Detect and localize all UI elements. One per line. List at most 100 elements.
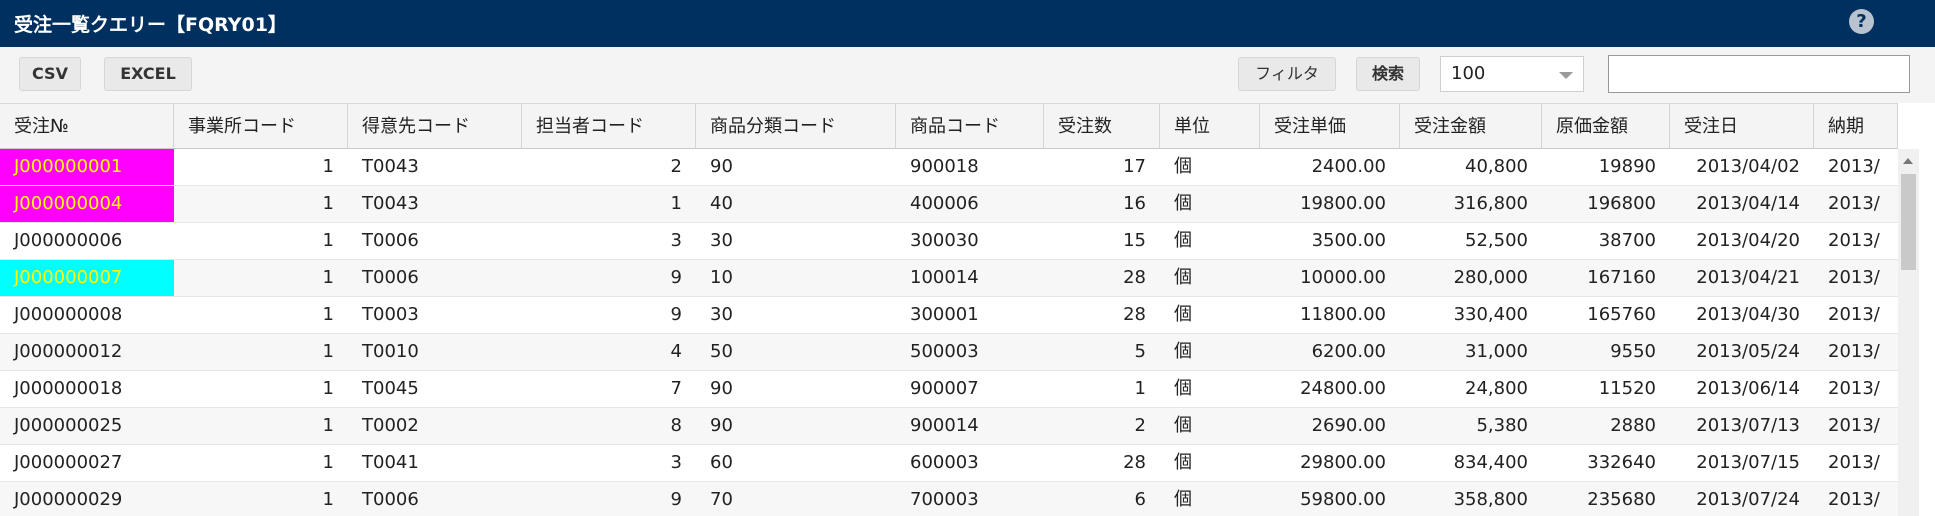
table-cell: 40,800 [1465,156,1528,177]
excel-button[interactable]: EXCEL [104,57,192,91]
table-row[interactable]: J000000012 1 T0010 4 50 500003 5 個 6200.00 31,000… [0,334,1898,371]
table-row[interactable]: J000000008 1 T0003 9 30 300001 28 個 11800.00 330,… [0,297,1898,334]
order-number-cell: J000000018 [14,378,123,399]
window-title: 受注一覧クエリー【FQRY01】 [14,14,287,36]
table-cell: T0043 [362,193,419,214]
order-number-cell: J000000008 [14,304,123,325]
table-cell: 8 [670,415,682,436]
page-size-select[interactable]: 100 [1440,56,1584,92]
table-cell: 2013/ [1828,415,1880,436]
table-cell: 2013/07/13 [1696,415,1800,436]
table-cell: 900018 [910,156,979,177]
table-cell: 2013/ [1828,452,1880,473]
table-cell: 2690.00 [1311,415,1386,436]
table-cell: 3 [670,230,682,251]
table-cell: 2013/ [1828,489,1880,510]
table-cell: 400006 [910,193,979,214]
table-cell: 2013/07/15 [1696,452,1800,473]
search-button[interactable]: 検索 [1356,57,1420,91]
help-icon[interactable]: ? [1849,9,1874,34]
table-row[interactable]: J000000025 1 T0002 8 90 900014 2 個 2690.00 5,380 2… [0,408,1898,445]
table-row[interactable]: J000000001 1 T0043 2 90 900018 17 個 2400.00 40,80… [0,149,1898,186]
table-cell: 28 [1123,452,1146,473]
chevron-down-icon [1559,72,1573,79]
page-size-value: 100 [1451,63,1486,84]
table-cell: T0003 [362,304,419,325]
table-cell: 3500.00 [1311,230,1386,251]
table-cell: 個 [1174,156,1192,177]
table-cell: T0006 [362,489,419,510]
column-header[interactable]: 商品コード [896,104,1044,149]
table-cell: 2013/ [1828,193,1880,214]
order-number-cell: J000000007 [0,260,174,296]
table-cell: T0043 [362,156,419,177]
column-header[interactable]: 原価金額 [1542,104,1670,149]
table-cell: 358,800 [1453,489,1528,510]
scroll-up-icon[interactable] [1903,158,1913,164]
table-cell: 834,400 [1453,452,1528,473]
order-number-cell: J000000027 [14,452,123,473]
table-cell: 280,000 [1453,267,1528,288]
table-cell: 100014 [910,267,979,288]
column-header[interactable]: 受注単価 [1260,104,1400,149]
table-cell: 1 [322,193,334,214]
column-header[interactable]: 納期 [1814,104,1898,149]
toolbar: CSV EXCEL フィルタ 検索 100 [0,47,1935,103]
column-header[interactable]: 受注数 [1044,104,1160,149]
table-cell: T0006 [362,230,419,251]
table-cell: 2013/ [1828,267,1880,288]
grid-body: J000000001 1 T0043 2 90 900018 17 個 2400.00 40,80… [0,149,1898,516]
column-header[interactable]: 受注金額 [1400,104,1542,149]
table-cell: 235680 [1587,489,1656,510]
table-cell: 1 [322,378,334,399]
table-cell: 31,000 [1465,341,1528,362]
table-row[interactable]: J000000007 1 T0006 9 10 100014 28 個 10000.00 280,… [0,260,1898,297]
filter-button[interactable]: フィルタ [1238,57,1336,91]
csv-button[interactable]: CSV [19,57,81,91]
table-cell: 5,380 [1476,415,1528,436]
table-cell: 900014 [910,415,979,436]
table-cell: 個 [1174,267,1192,288]
search-input[interactable] [1608,55,1910,93]
table-cell: 5 [1134,341,1146,362]
vertical-scrollbar[interactable] [1898,149,1919,516]
table-row[interactable]: J000000006 1 T0006 3 30 300030 15 個 3500.00 52,50… [0,223,1898,260]
table-cell: 19800.00 [1300,193,1386,214]
table-cell: 10000.00 [1300,267,1386,288]
table-cell: 1 [322,489,334,510]
table-row[interactable]: J000000018 1 T0045 7 90 900007 1 個 24800.00 24,80… [0,371,1898,408]
column-header[interactable]: 単位 [1160,104,1260,149]
column-header[interactable]: 得意先コード [348,104,522,149]
table-cell: 9550 [1610,341,1656,362]
column-header[interactable]: 商品分類コード [696,104,896,149]
table-cell: 2013/07/24 [1696,489,1800,510]
column-header[interactable]: 受注№ [0,104,174,149]
table-row[interactable]: J000000027 1 T0041 3 60 600003 28 個 29800.00 834,… [0,445,1898,482]
table-cell: 2013/ [1828,341,1880,362]
table-cell: 2 [1134,415,1146,436]
table-cell: 2 [670,156,682,177]
table-cell: 300030 [910,230,979,251]
order-number-cell: J000000012 [14,341,123,362]
table-cell: 29800.00 [1300,452,1386,473]
table-row[interactable]: J000000029 1 T0006 9 70 700003 6 個 59800.00 358,8… [0,482,1898,516]
scrollbar-thumb[interactable] [1901,174,1916,270]
table-cell: 2013/04/02 [1696,156,1800,177]
table-row[interactable]: J000000004 1 T0043 1 40 400006 16 個 19800.00 316,… [0,186,1898,223]
table-cell: 10 [710,267,733,288]
table-cell: 28 [1123,267,1146,288]
table-cell: 90 [710,156,733,177]
table-cell: 17 [1123,156,1146,177]
table-cell: 9 [670,304,682,325]
order-number-cell: J000000001 [0,149,174,185]
column-header[interactable]: 事業所コード [174,104,348,149]
column-header[interactable]: 受注日 [1670,104,1814,149]
column-header[interactable]: 担当者コード [522,104,696,149]
table-cell: 16 [1123,193,1146,214]
table-cell: 1 [322,230,334,251]
table-cell: 90 [710,415,733,436]
table-cell: 24,800 [1465,378,1528,399]
table-cell: 316,800 [1453,193,1528,214]
table-cell: 38700 [1598,230,1656,251]
table-cell: 1 [322,452,334,473]
